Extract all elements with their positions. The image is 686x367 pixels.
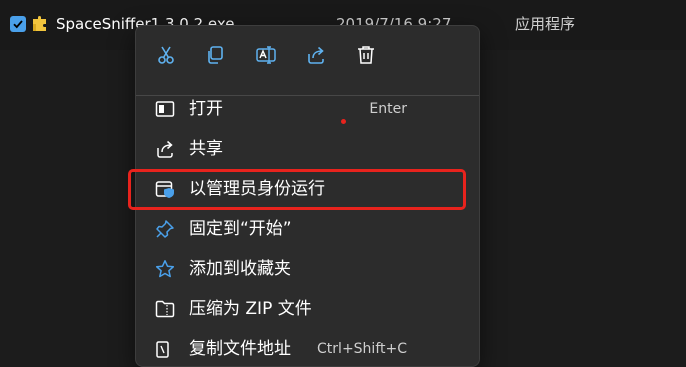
rename-icon [256,46,276,64]
menu-item-pin-to-start[interactable]: 固定到“开始” [142,211,473,247]
menu-item-run-as-admin[interactable]: 以管理员身份运行 [142,171,473,207]
share-icon [308,46,324,64]
menu-item-label: 固定到“开始” [189,219,292,239]
file-checkbox[interactable] [10,16,26,32]
menu-item-compress-zip[interactable]: 压缩为 ZIP 文件 [142,291,473,327]
menu-item-share[interactable]: 共享 [142,131,473,167]
menu-item-add-favorites[interactable]: 添加到收藏夹 [142,251,473,287]
menu-item-label: 添加到收藏夹 [189,259,291,279]
annotation-dot [341,119,346,124]
menu-item-label: 以管理员身份运行 [189,179,325,199]
open-icon [155,99,175,119]
menu-item-shortcut: Ctrl+Shift+C [317,341,407,357]
rename-button[interactable] [254,43,278,67]
menu-item-label: 打开 [189,99,223,119]
share-icon [155,139,175,159]
menu-item-label: 复制文件地址 [189,339,291,359]
file-type: 应用程序 [515,15,576,33]
menu-item-copy-path[interactable]: 复制文件地址 Ctrl+Shift+C [142,331,473,367]
cut-icon [158,46,174,64]
checkmark-icon [13,20,23,29]
cut-button[interactable] [154,43,178,67]
delete-icon [358,46,374,64]
copy-button[interactable] [203,43,227,67]
menu-item-label: 压缩为 ZIP 文件 [189,299,312,319]
star-icon [155,259,175,279]
menu-item-shortcut: Enter [369,101,407,117]
run-as-admin-shield-icon [155,179,175,199]
pin-icon [155,219,175,239]
copy-icon [208,46,223,64]
share-button[interactable] [304,43,328,67]
app-puzzle-icon [31,15,49,33]
menu-item-label: 共享 [189,139,223,159]
context-menu: 打开 Enter 共享 以管理员身份运行 固定到“开始” 添加到收藏夹 压缩为 … [135,25,480,367]
copy-path-icon [155,339,175,359]
menu-item-open[interactable]: 打开 Enter [142,91,473,127]
zip-folder-icon [155,299,175,319]
delete-button[interactable] [354,43,378,67]
quick-actions-bar [136,26,479,84]
